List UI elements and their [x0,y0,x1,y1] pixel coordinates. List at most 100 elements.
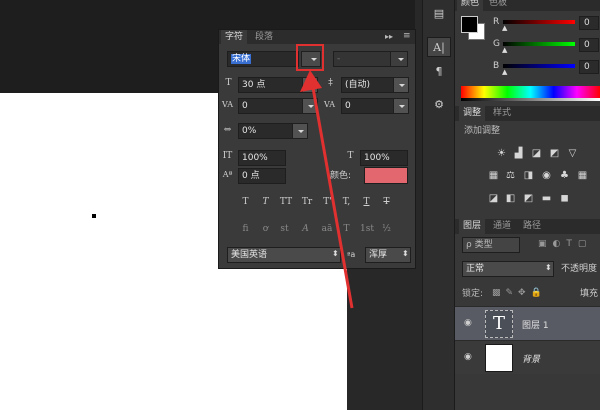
tab-character[interactable]: 字符 [221,30,248,44]
hue-saturation-icon[interactable]: ▦ [487,169,500,182]
character-panel-icon[interactable]: A| [427,37,451,57]
layer-filter-kind[interactable]: ρ 类型 [462,237,520,253]
strikethrough-button[interactable]: T [380,196,393,209]
invert-icon[interactable]: ◪ [487,192,500,205]
baseline-shift-field[interactable]: 0 点 [238,168,286,184]
tracking-dropdown[interactable] [393,98,409,114]
subscript-button[interactable]: T, [340,196,353,209]
language-select[interactable]: 美国英语 [227,247,341,263]
blue-value[interactable]: 0 [579,60,599,74]
levels-icon[interactable]: ▟ [512,147,525,160]
tab-color[interactable]: 颜色 [457,0,484,11]
faux-bold-button[interactable]: T [239,196,252,209]
antialias-icon: ªa [347,250,356,259]
tab-swatches[interactable]: 色板 [485,0,511,11]
ligature-button[interactable]: fi [239,223,252,236]
horizontal-scale-field[interactable]: 100% [360,150,408,166]
exposure-icon[interactable]: ◩ [548,147,561,160]
blend-mode-select[interactable]: 正常 [462,261,554,277]
red-value[interactable]: 0 [579,16,599,30]
kerning-icon: VA [221,100,233,109]
faux-italic-button[interactable]: T [259,196,272,209]
right-panels: 颜色 色板 R ▲ 0 G ▲ 0 B ▲ 0 调整 样式 添加调整 ☀ ▟ ◪… [455,0,600,410]
layers-panel-tabs: 图层 通道 路径 [455,219,600,234]
vibrance-icon[interactable]: ▽ [566,147,579,160]
history-panel-icon[interactable]: ▤ [427,4,451,24]
ordinals-button[interactable]: 1st [359,223,375,236]
photo-filter-icon[interactable]: ◉ [540,169,553,182]
vertical-scale-icon: IT [222,151,233,161]
lock-icons[interactable]: ▩✎✥🔒 [492,288,547,298]
tab-styles[interactable]: 样式 [489,106,515,121]
tab-layers[interactable]: 图层 [459,219,486,234]
black-white-icon[interactable]: ◨ [522,169,535,182]
red-slider[interactable] [503,20,575,24]
stylistic-alt-button[interactable]: A [299,223,312,236]
collapse-icon[interactable]: ▸▸ [385,32,393,41]
text-layer-thumbnail: T [485,310,513,338]
superscript-button[interactable]: T' [321,196,334,209]
antialias-arrows-icon: ⬍ [402,249,409,258]
scale-dropdown[interactable] [292,123,308,139]
old-style-button[interactable]: ơ [259,223,272,236]
panel-menu-icon[interactable]: ≡ [403,31,411,41]
kerning-dropdown[interactable] [302,98,318,114]
green-slider-thumb[interactable]: ▲ [502,46,507,54]
color-panel-tabs: 颜色 色板 [455,0,600,11]
tab-adjustments[interactable]: 调整 [459,106,486,121]
blue-slider[interactable] [503,64,575,68]
tab-paragraph[interactable]: 段落 [251,30,277,44]
green-value[interactable]: 0 [579,38,599,52]
gradient-map-icon[interactable]: ▬ [540,192,553,205]
color-spectrum-bar[interactable] [461,86,600,98]
visibility-eye-icon[interactable]: ◉ [464,353,474,362]
tool-presets-icon[interactable]: ⚙ [427,95,451,115]
color-label: 颜色: [330,171,352,181]
text-color-swatch[interactable] [364,167,408,184]
small-caps-button[interactable]: Tr [299,196,315,209]
color-lookup-icon[interactable]: ▦ [576,169,589,182]
vertical-scale-field[interactable]: 100% [238,150,286,166]
fill-label: 填充 [580,289,599,299]
underline-button[interactable]: T [360,196,373,209]
fractions-button[interactable]: ½ [380,223,393,236]
channel-mixer-icon[interactable]: ♣ [558,169,571,182]
font-style-field[interactable]: - [333,51,391,67]
foreground-color-swatch[interactable] [461,16,478,33]
blue-slider-thumb[interactable]: ▲ [502,68,507,76]
all-caps-button[interactable]: TT [278,196,294,209]
font-family-field[interactable]: 宋体 [227,51,299,67]
text-insertion-point [92,214,96,218]
color-balance-icon[interactable]: ⚖ [504,169,517,182]
font-size-dropdown[interactable] [302,77,318,93]
green-label: G [493,39,500,49]
visibility-eye-icon[interactable]: ◉ [464,319,474,328]
background-layer-thumbnail [485,344,513,372]
layer-name: 背景 [522,355,541,365]
layer-filter-icons[interactable]: ▣◐T▢ [538,239,592,249]
font-size-icon: T [225,78,232,88]
paragraph-panel-icon[interactable]: ¶ [427,62,451,82]
tab-paths[interactable]: 路径 [519,219,545,234]
selective-color-icon[interactable]: ◼ [558,192,571,205]
posterize-icon[interactable]: ◧ [504,192,517,205]
titling-alt-button[interactable]: aā [319,223,335,236]
character-panel-tabbar: 字符 段落 ▸▸ ≡ [219,30,415,44]
red-label: R [493,17,500,27]
tracking-icon: VA [323,100,335,109]
red-slider-thumb[interactable]: ▲ [502,24,507,32]
leading-dropdown[interactable] [393,77,409,93]
swash-button[interactable]: st [278,223,291,236]
curves-icon[interactable]: ◪ [530,147,543,160]
layer-row-text[interactable]: ◉ T 图层 1 [455,306,600,340]
green-slider[interactable] [503,42,575,46]
brightness-icon[interactable]: ☀ [495,147,508,160]
font-style-dropdown[interactable] [390,51,408,67]
ornaments-button[interactable]: T [340,223,353,236]
grayscale-ramp[interactable] [461,98,600,101]
add-adjustment-title: 添加调整 [464,126,501,136]
layer-row-background[interactable]: ◉ 背景 [455,340,600,374]
panel-icon-strip: ▤ A| ¶ ⚙ [422,0,455,410]
tab-channels[interactable]: 通道 [489,219,515,234]
threshold-icon[interactable]: ◩ [522,192,535,205]
